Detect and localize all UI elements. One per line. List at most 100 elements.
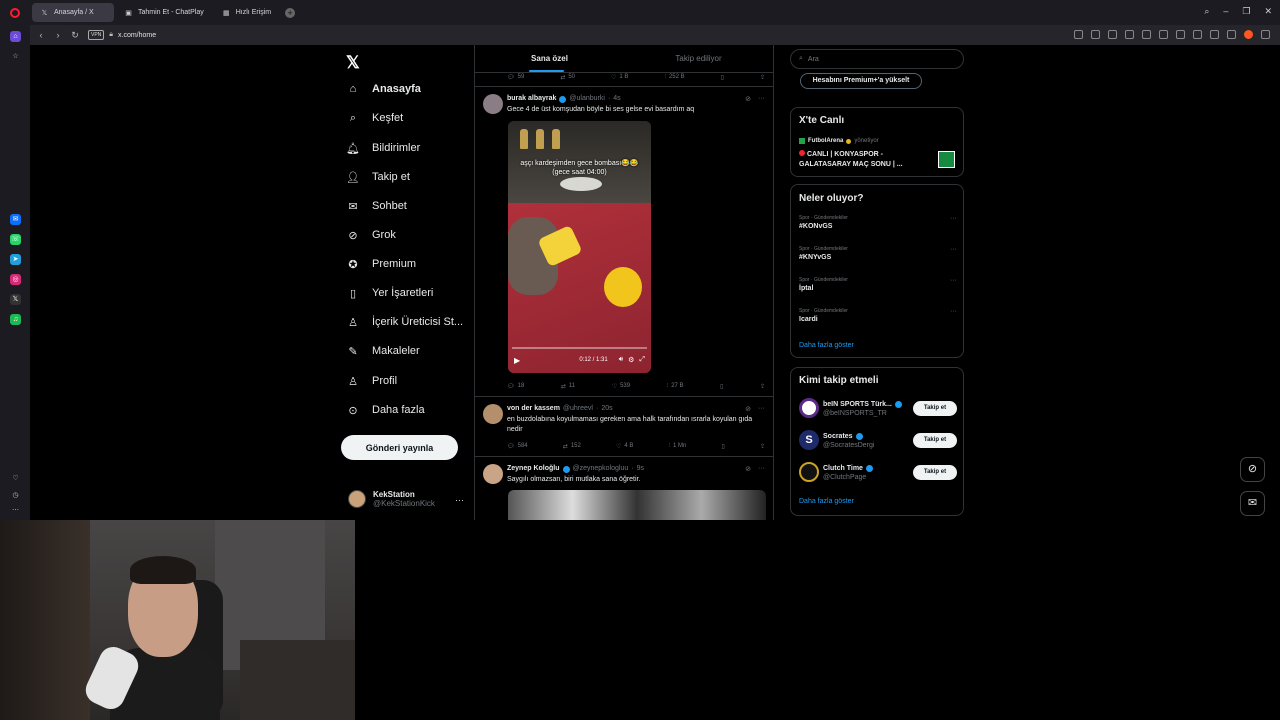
reload-icon[interactable]: ↻ bbox=[68, 30, 82, 41]
tab-following[interactable]: Takip ediliyor bbox=[624, 45, 773, 72]
nav-articles[interactable]: ✎ Makaleler bbox=[346, 340, 419, 362]
follow-suggestion[interactable]: S Socrates @SocratesDergi Takip et bbox=[799, 430, 957, 452]
avatar[interactable] bbox=[483, 94, 503, 114]
close-icon[interactable]: ✕ bbox=[1264, 6, 1272, 17]
views-button[interactable]: ⫶ 252 B bbox=[664, 72, 684, 82]
tab-chatplay[interactable]: ▣ Tahmin Et - ChatPlay bbox=[116, 3, 212, 22]
follow-suggestion[interactable]: Clutch Time @ClutchPage Takip et bbox=[799, 462, 957, 484]
nav-home[interactable]: ⌂ Anasayfa bbox=[346, 78, 421, 100]
bookmark-button[interactable]: ▯ bbox=[721, 72, 724, 82]
tweet-handle[interactable]: @uhreevl bbox=[563, 405, 593, 412]
tweet-author[interactable]: von der kassem bbox=[507, 405, 560, 412]
nav-premium[interactable]: ✪ Premium bbox=[346, 253, 416, 275]
forward-icon[interactable]: › bbox=[51, 30, 65, 40]
repost-button[interactable]: ⇄ 50 bbox=[560, 72, 575, 82]
more-icon[interactable]: ··· bbox=[950, 308, 957, 315]
nav-notifications[interactable]: 🔔︎ Bildirimler bbox=[346, 137, 420, 159]
follow-button[interactable]: Takip et bbox=[913, 401, 957, 416]
video-progress-bar[interactable] bbox=[512, 347, 647, 349]
tweet-time[interactable]: 4s bbox=[613, 95, 620, 103]
opera-ai-icon[interactable] bbox=[1244, 30, 1253, 39]
share-button[interactable]: ⇪ bbox=[760, 72, 765, 82]
tab-quick-access[interactable]: ▦ Hızlı Erişim bbox=[214, 3, 279, 22]
nav-bookmarks[interactable]: ▯ Yer İşaretleri bbox=[346, 282, 433, 304]
heart-icon[interactable] bbox=[1176, 30, 1185, 39]
url-field[interactable]: x.com/home bbox=[118, 32, 156, 39]
more-icon[interactable]: ··· bbox=[758, 405, 765, 413]
tweet-handle[interactable]: @ulanburki bbox=[569, 95, 605, 103]
tweet-author[interactable]: burak albayrak bbox=[507, 95, 556, 103]
play-icon[interactable]: ▶ bbox=[514, 356, 520, 365]
nav-grok[interactable]: ⊘ Grok bbox=[346, 224, 395, 246]
tab-anasayfa[interactable]: 𝕏 Anasayfa / X bbox=[32, 3, 114, 22]
live-stream-link[interactable]: CANLI | KONYASPOR - GALATASARAY MAÇ SONU… bbox=[799, 150, 929, 170]
telegram-icon[interactable]: ➤ bbox=[10, 254, 21, 265]
timeline[interactable]: 💬︎ 59 ⇄ 50 ♡ 1 B ⫶ 252 B ▯ ⇪ Sana özel Takip… bbox=[474, 45, 774, 520]
person-icon[interactable] bbox=[1227, 30, 1236, 39]
more-icon[interactable]: ··· bbox=[758, 95, 765, 103]
follow-button[interactable]: Takip et bbox=[913, 433, 957, 448]
share-button[interactable]: ⇪ bbox=[760, 381, 765, 391]
messenger-icon[interactable]: ✉ bbox=[10, 214, 21, 225]
avatar[interactable] bbox=[799, 398, 819, 418]
extension-icon[interactable] bbox=[1074, 30, 1083, 39]
x-icon[interactable]: 𝕏 bbox=[10, 294, 21, 305]
nav-creator-studio[interactable]: ♙ İçerik Üreticisi St... bbox=[346, 311, 463, 333]
grok-icon[interactable]: ⊘ bbox=[745, 465, 751, 473]
trend-item[interactable]: Spor · Gündemdekiler İptal ··· bbox=[799, 277, 957, 292]
spotify-icon[interactable]: ♫ bbox=[10, 314, 21, 325]
menu-icon[interactable] bbox=[1210, 30, 1219, 39]
nav-profile[interactable]: ♙ Profil bbox=[346, 370, 397, 392]
bookmark-button[interactable]: ▯ bbox=[722, 441, 725, 451]
nav-explore[interactable]: ⌕ Keşfet bbox=[346, 107, 403, 129]
grok-icon[interactable]: ⊘ bbox=[745, 405, 751, 413]
nav-chat[interactable]: ✉ Sohbet bbox=[346, 195, 406, 217]
vpn-badge[interactable]: VPN bbox=[88, 30, 105, 40]
history-icon[interactable]: ◷ bbox=[10, 490, 21, 501]
minimize-icon[interactable]: – bbox=[1223, 6, 1228, 17]
upgrade-premium-button[interactable]: Hesabını Premium+'a yükselt bbox=[800, 73, 922, 89]
avatar[interactable] bbox=[483, 464, 503, 484]
avatar[interactable] bbox=[483, 404, 503, 424]
tweet-time[interactable]: 20s bbox=[601, 405, 612, 412]
trend-item[interactable]: Spor · Gündemdekiler #KNYvGS ··· bbox=[799, 246, 957, 261]
search-input[interactable]: ⌕ Ara bbox=[790, 49, 964, 69]
pin-icon[interactable]: ☆ bbox=[10, 51, 21, 62]
x-logo-icon[interactable]: 𝕏 bbox=[346, 53, 360, 73]
trend-item[interactable]: Spor · Gündemdekiler #KONvGS ··· bbox=[799, 215, 957, 230]
tweet-time[interactable]: 9s bbox=[637, 465, 644, 473]
more-icon[interactable]: ··· bbox=[950, 215, 957, 222]
follow-button[interactable]: Takip et bbox=[913, 465, 957, 480]
like-button[interactable]: ♡ 1 B bbox=[611, 72, 628, 82]
tab-for-you[interactable]: Sana özel bbox=[475, 45, 624, 72]
extensions-icon[interactable] bbox=[1261, 30, 1270, 39]
reply-button[interactable]: 💬︎ 584 bbox=[507, 441, 528, 451]
more-icon[interactable]: ··· bbox=[758, 465, 765, 473]
more-icon[interactable]: ··· bbox=[950, 246, 957, 253]
views-button[interactable]: ⫶ 27 B bbox=[667, 381, 684, 391]
follow-suggestion[interactable]: beIN SPORTS Türk... @beINSPORTS_TR Takip… bbox=[799, 398, 957, 420]
tweet-author[interactable]: Zeynep Koloğlu bbox=[507, 465, 560, 473]
search-tabs-icon[interactable]: ⌕ bbox=[1204, 6, 1209, 17]
opera-logo-icon[interactable] bbox=[0, 0, 30, 25]
live-thumbnail[interactable] bbox=[938, 151, 955, 168]
maximize-icon[interactable]: ❐ bbox=[1242, 6, 1250, 17]
messages-float-button[interactable]: ✉ bbox=[1240, 491, 1265, 516]
avatar[interactable]: S bbox=[799, 430, 819, 450]
whatsapp-icon[interactable]: ☏ bbox=[10, 234, 21, 245]
grok-float-button[interactable]: ⊘ bbox=[1240, 457, 1265, 482]
like-button[interactable]: ♡ 539 bbox=[612, 381, 630, 391]
wallet-icon[interactable] bbox=[1193, 30, 1202, 39]
repost-button[interactable]: ⇄ 11 bbox=[561, 381, 575, 391]
send-icon[interactable] bbox=[1142, 30, 1151, 39]
back-icon[interactable]: ‹ bbox=[34, 30, 48, 40]
play-icon[interactable] bbox=[1125, 30, 1134, 39]
nav-more[interactable]: ⊙ Daha fazla bbox=[346, 399, 424, 421]
reply-button[interactable]: 💬︎ 18 bbox=[507, 381, 524, 391]
tweet-image[interactable] bbox=[508, 490, 766, 520]
tweet-handle[interactable]: @zeynepkologluu bbox=[573, 465, 629, 473]
views-button[interactable]: ⫶ 1 Mn bbox=[669, 441, 687, 451]
grok-icon[interactable]: ⊘ bbox=[745, 95, 751, 103]
show-more-follow-link[interactable]: Daha fazla göster bbox=[799, 498, 854, 505]
volume-icon[interactable]: 🔊︎ bbox=[619, 356, 623, 364]
